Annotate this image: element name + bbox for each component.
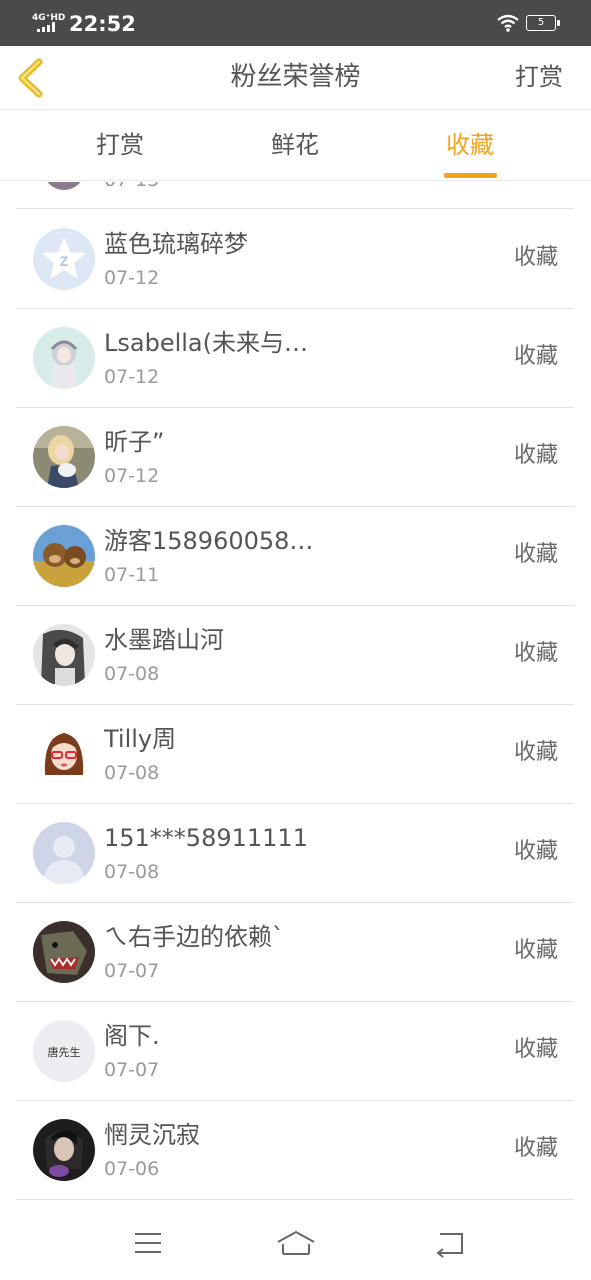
system-nav-bar [0, 1204, 591, 1280]
item-date: 07-06 [104, 1158, 160, 1180]
list-item[interactable]: 惘灵沉寂 07-06 收藏 [16, 1101, 574, 1200]
item-action: 收藏 [513, 938, 558, 963]
item-date: 07-11 [104, 564, 160, 586]
item-action: 收藏 [513, 740, 558, 765]
list-item[interactable]: 唐先生 阁下. 07-07 收藏 [16, 1002, 574, 1101]
item-name: 蓝色琉璃碎梦 [104, 230, 248, 258]
signal-icon [37, 22, 59, 32]
girl-avatar [33, 327, 95, 389]
active-tab-indicator [444, 173, 497, 178]
item-date: 07-07 [104, 1059, 160, 1081]
item-date: 07-08 [104, 861, 160, 883]
svg-text:唐先生: 唐先生 [48, 1045, 81, 1059]
item-date: 07-08 [104, 663, 160, 685]
tab-favorites[interactable]: 收藏 [410, 129, 530, 161]
clock: 22:52 [69, 12, 136, 36]
item-action: 收藏 [513, 641, 558, 666]
text-logo-avatar: 唐先生 [33, 1020, 95, 1082]
item-name: 151***58911111 [104, 824, 308, 852]
cartoon-girl-glasses-avatar [33, 723, 95, 785]
item-name: 游客158960058… [104, 527, 314, 555]
item-name: Tilly周 [104, 725, 177, 753]
list-item[interactable]: 水墨踏山河 07-08 收藏 [16, 606, 574, 705]
item-name: 昕子” [104, 428, 165, 456]
list-item[interactable]: Lsabella(未来与… 07-12 收藏 [16, 309, 574, 408]
list-item[interactable]: Tilly周 07-08 收藏 [16, 705, 574, 804]
page-title: 粉丝荣誉榜 [230, 62, 361, 92]
home-icon[interactable] [276, 1228, 316, 1258]
list-item[interactable]: 151***58911111 07-08 收藏 [16, 804, 574, 903]
item-date: 07-12 [104, 465, 160, 487]
ink-portrait-avatar [33, 624, 95, 686]
item-name: 惘灵沉寂 [104, 1121, 200, 1149]
item-date: 07-12 [104, 267, 160, 289]
fan-list[interactable]: 07-13 Z 蓝色琉璃碎梦 07-12 收藏 Lsabella(未来与… 07… [0, 182, 591, 1204]
item-name: 水墨踏山河 [104, 626, 224, 654]
tab-tip[interactable]: 打赏 [60, 129, 180, 161]
item-action: 收藏 [513, 443, 558, 468]
item-action: 收藏 [513, 542, 558, 567]
tab-bar: 打赏 鲜花 收藏 [0, 111, 591, 181]
default-user-avatar [33, 822, 95, 884]
qq-star-avatar: Z [33, 228, 95, 290]
item-action: 收藏 [513, 839, 558, 864]
status-bar: 4G⁺HD 22:52 5 [0, 0, 591, 46]
dark-portrait-avatar [33, 1119, 95, 1181]
list-item[interactable]: Z 蓝色琉璃碎梦 07-12 收藏 [16, 210, 574, 309]
item-action: 收藏 [513, 1037, 558, 1062]
svg-text:Z: Z [60, 253, 69, 269]
list-item[interactable]: 昕子” 07-12 收藏 [16, 408, 574, 507]
list-item[interactable]: 游客158960058… 07-11 收藏 [16, 507, 574, 606]
avatar [43, 182, 85, 190]
item-action: 收藏 [513, 245, 558, 270]
list-item[interactable]: ㄟ右手边的依赖` 07-07 收藏 [16, 903, 574, 1002]
item-date: 07-13 [104, 182, 159, 192]
item-name: Lsabella(未来与… [104, 329, 308, 357]
item-action: 收藏 [513, 1136, 558, 1161]
item-date: 07-07 [104, 960, 160, 982]
battery-icon: 5 [526, 15, 560, 31]
tip-button[interactable]: 打赏 [515, 60, 563, 94]
item-action: 收藏 [513, 344, 558, 369]
header: 粉丝荣誉榜 打赏 [0, 46, 591, 110]
wifi-icon [497, 14, 519, 32]
cartoon-bear-avatar [33, 525, 95, 587]
back-icon[interactable] [430, 1228, 470, 1258]
menu-icon[interactable] [128, 1228, 168, 1258]
item-name: 阁下. [104, 1022, 160, 1050]
tab-flowers[interactable]: 鲜花 [235, 129, 355, 161]
girl-with-cat-avatar [33, 426, 95, 488]
list-item[interactable]: 07-13 [16, 182, 574, 209]
shark-avatar [33, 921, 95, 983]
item-date: 07-08 [104, 762, 160, 784]
item-name: ㄟ右手边的依赖` [104, 923, 284, 951]
item-date: 07-12 [104, 366, 160, 388]
